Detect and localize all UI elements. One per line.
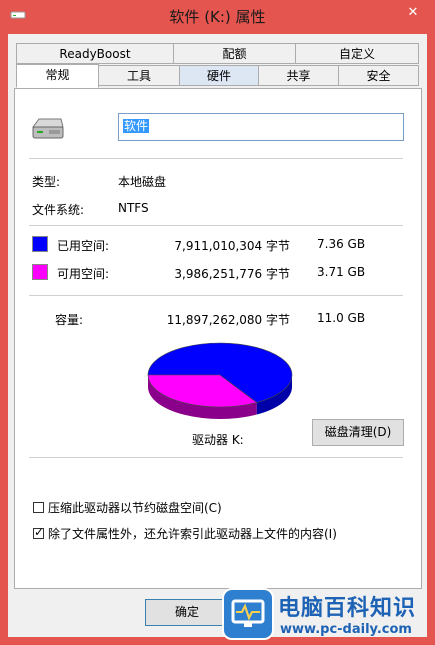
properties-window: 软件 (K:) 属性 ✕ ReadyBoost 配额 自定义 常规 工具 硬件 … <box>0 0 435 645</box>
tab-sharing[interactable]: 共享 <box>258 65 339 86</box>
title-bar[interactable]: 软件 (K:) 属性 ✕ <box>0 0 435 34</box>
used-color-swatch <box>32 236 48 252</box>
tab-readyboost[interactable]: ReadyBoost <box>16 43 174 64</box>
filesystem-value: NTFS <box>118 201 149 215</box>
used-space-bytes: 7,911,010,304 字节 <box>174 239 290 253</box>
free-space-bytes: 3,986,251,776 字节 <box>174 267 290 281</box>
used-space-label: 已用空间: <box>57 239 110 253</box>
tab-quota[interactable]: 配额 <box>173 43 296 64</box>
type-value: 本地磁盘 <box>118 175 167 189</box>
drive-name-input[interactable]: 软件 <box>118 113 404 141</box>
used-space-gb: 7.36 GB <box>317 237 366 251</box>
capacity-label: 容量: <box>55 313 84 327</box>
monitor-logo-icon <box>222 588 274 640</box>
type-label: 类型: <box>32 175 61 189</box>
tab-security[interactable]: 安全 <box>338 65 419 86</box>
capacity-bytes: 11,897,262,080 字节 <box>166 313 290 327</box>
separator <box>29 158 403 159</box>
general-panel: 软件 类型: 本地磁盘 文件系统: NTFS 已用空间: 7,911,010,3… <box>14 88 422 589</box>
compress-label[interactable]: 压缩此驱动器以节约磁盘空间(C) <box>48 499 222 516</box>
ok-button[interactable]: 确定 <box>145 599 229 626</box>
separator <box>29 295 403 296</box>
disk-cleanup-button[interactable]: 磁盘清理(D) <box>312 419 404 446</box>
dialog-body: ReadyBoost 配额 自定义 常规 工具 硬件 共享 安全 软件 类型: … <box>8 34 427 637</box>
drive-letter-label: 驱动器 K: <box>192 433 244 447</box>
free-color-swatch <box>32 264 48 280</box>
tab-hardware[interactable]: 硬件 <box>179 65 259 86</box>
separator <box>29 225 403 226</box>
separator <box>29 457 403 458</box>
capacity-gb: 11.0 GB <box>317 311 366 325</box>
filesystem-label: 文件系统: <box>32 203 85 217</box>
watermark-url: www.pc-daily.com <box>280 622 412 637</box>
tab-customize[interactable]: 自定义 <box>295 43 419 64</box>
window-title: 软件 (K:) 属性 <box>169 8 266 26</box>
tab-general[interactable]: 常规 <box>16 64 99 88</box>
close-button[interactable]: ✕ <box>399 2 427 24</box>
watermark-title: 电脑百科知识 <box>278 596 417 621</box>
free-space-gb: 3.71 GB <box>317 265 366 279</box>
hard-drive-icon <box>32 118 64 139</box>
index-label[interactable]: 除了文件属性外，还允许索引此驱动器上文件的内容(I) <box>48 525 337 542</box>
site-watermark: 电脑百科知识 www.pc-daily.com <box>222 586 432 644</box>
free-space-label: 可用空间: <box>57 267 110 281</box>
drive-name-text: 软件 <box>123 119 150 133</box>
index-checkbox[interactable] <box>33 525 44 539</box>
compress-checkbox[interactable] <box>33 502 44 513</box>
tab-tools[interactable]: 工具 <box>98 65 180 86</box>
usage-pie-chart <box>147 342 293 419</box>
